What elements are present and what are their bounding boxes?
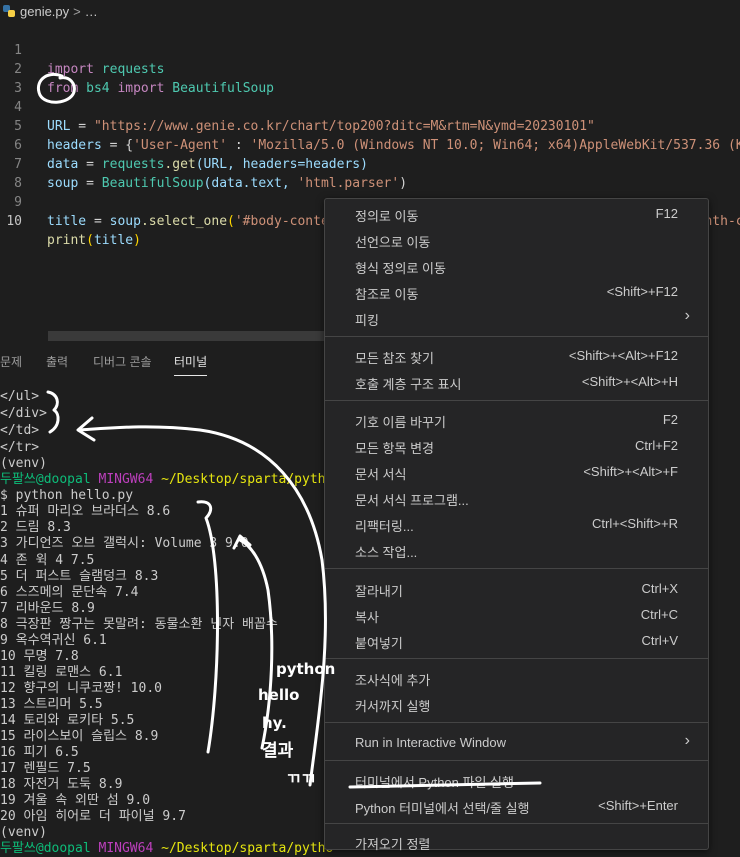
chevron-right-icon: › [684, 307, 690, 324]
terminal-result: 2 드림 8.3 [0, 520, 71, 535]
tab-terminal[interactable]: 터미널 [174, 353, 208, 376]
menu-item-format-document[interactable]: 문서 서식 <Shift>+<Alt>+F [325, 460, 708, 484]
menu-item-show-call-hierarchy[interactable]: 호출 계층 구조 표시 <Shift>+<Alt>+H [325, 370, 708, 394]
code-line: 9 title = soup.select_one('#body-content… [0, 174, 740, 229]
breadcrumb: genie.py > … [0, 0, 740, 22]
handwriting-text: ㄲㄲ [286, 769, 315, 788]
tab-problems[interactable]: 문제 [0, 353, 22, 370]
menu-item-find-all-references[interactable]: 모든 참조 찾기 <Shift>+<Alt>+F12 [325, 344, 708, 368]
terminal-line: </td> [0, 423, 40, 438]
terminal-line: </ul> [0, 389, 40, 404]
menu-item-sort-imports[interactable]: 가져오기 정렬 [325, 830, 708, 854]
menu-item-add-to-watch[interactable]: 조사식에 추가 [325, 666, 708, 690]
handwriting-text: hello [258, 686, 299, 704]
menu-item-cut[interactable]: 잘라내기 Ctrl+X [325, 577, 708, 601]
menu-item-paste[interactable]: 붙여넣기 Ctrl+V [325, 629, 708, 653]
tab-debug-console[interactable]: 디버그 콘솔 [93, 353, 152, 370]
code-line: 10 print(title) [0, 193, 141, 248]
terminal-result: 4 존 윅 4 7.5 [0, 553, 95, 568]
terminal-result: 1 슈퍼 마리오 브라더스 8.6 [0, 504, 171, 519]
terminal-line: </div> [0, 406, 47, 421]
terminal-result: 16 피기 6.5 [0, 745, 79, 760]
terminal-result: 18 자전거 도둑 8.9 [0, 777, 123, 792]
context-menu: 정의로 이동 F12 선언으로 이동 형식 정의로 이동 참조로 이동 <Shift… [324, 198, 709, 852]
terminal-command: $ python hello.py [0, 488, 134, 503]
terminal-result: 8 극장판 짱구는 못말려: 동물소환 닌자 배꼽수 [0, 617, 278, 632]
handwriting-text: hy. [262, 714, 287, 732]
menu-separator [325, 336, 708, 337]
breadcrumb-separator: > [73, 3, 81, 19]
menu-item-refactor[interactable]: 리팩터링... Ctrl+<Shift>+R [325, 512, 708, 536]
menu-item-source-action[interactable]: 소스 작업... [325, 538, 708, 562]
terminal-result: 12 향구의 니쿠코짱! 10.0 [0, 681, 162, 696]
handwriting-text: 결과 [262, 741, 294, 761]
terminal-line: (venv) [0, 456, 47, 471]
terminal-prompt: 두팔쓰@doopal MINGW64 ~/Desktop/sparta/pyth… [0, 472, 334, 487]
terminal-result: 13 스트리머 5.5 [0, 697, 103, 712]
terminal-result: 11 킬링 로맨스 6.1 [0, 665, 123, 680]
code-line: 5 headers = {'User-Agent' : 'Mozilla/5.0… [0, 98, 740, 153]
python-file-icon [3, 5, 15, 17]
code-line: 4 URL = "https://www.genie.co.kr/chart/t… [0, 79, 595, 134]
code-line: 2 from bs4 import BeautifulSoup [0, 41, 274, 96]
terminal-result: 19 겨울 속 외딴 섬 9.0 [0, 793, 151, 808]
chevron-right-icon: › [684, 732, 690, 749]
code-line: 3 [0, 60, 31, 96]
terminal-result: 15 라이스보이 슬립스 8.9 [0, 729, 159, 744]
menu-item-run-in-interactive-window[interactable]: Run in Interactive Window › [325, 731, 708, 755]
arrowhead-stroke [76, 416, 96, 442]
brace-mark-stroke [46, 390, 60, 434]
menu-item-go-to-references[interactable]: 참조로 이동 <Shift>+F12 [325, 280, 708, 304]
menu-separator [325, 568, 708, 569]
terminal-result: 5 더 퍼스트 슬램덩크 8.3 [0, 569, 159, 584]
menu-item-copy[interactable]: 복사 Ctrl+C [325, 603, 708, 627]
terminal-result: 17 렌필드 7.5 [0, 761, 91, 776]
code-line: 7 soup = BeautifulSoup(data.text, 'html.… [0, 136, 407, 191]
menu-separator [325, 722, 708, 723]
code-line: 6 data = requests.get(URL, headers=heade… [0, 117, 368, 172]
menu-item-run-to-cursor[interactable]: 커서까지 실행 [325, 692, 708, 716]
tab-output[interactable]: 출력 [46, 353, 68, 370]
menu-separator [325, 400, 708, 401]
menu-item-rename-symbol[interactable]: 기호 이름 바꾸기 F2 [325, 408, 708, 432]
terminal-result: 9 옥수역귀신 6.1 [0, 633, 107, 648]
menu-item-go-to-declaration[interactable]: 선언으로 이동 [325, 228, 708, 252]
menu-separator [325, 760, 708, 761]
menu-item-go-to-type-definition[interactable]: 형식 정의로 이동 [325, 254, 708, 278]
terminal-result: 7 리바운드 8.9 [0, 601, 95, 616]
terminal-result: 6 스즈메의 문단속 7.4 [0, 585, 139, 600]
code-line: 8 [0, 155, 31, 191]
line-number: 10 [6, 214, 22, 229]
terminal-result: 10 무명 7.8 [0, 649, 79, 664]
menu-separator [325, 658, 708, 659]
menu-item-change-all-occurrences[interactable]: 모든 항목 변경 Ctrl+F2 [325, 434, 708, 458]
breadcrumb-more[interactable]: … [85, 4, 98, 19]
menu-item-format-document-with[interactable]: 문서 서식 프로그램... [325, 486, 708, 510]
terminal-result: 20 아임 히어로 더 파이널 9.7 [0, 809, 186, 824]
menu-item-peek[interactable]: 피킹 › [325, 306, 708, 330]
terminal-result: 3 가디언즈 오브 갤럭시: Volume 3 9.0 [0, 536, 249, 551]
menu-item-run-selection-in-python-terminal[interactable]: Python 터미널에서 선택/줄 실행 <Shift>+Enter [325, 794, 708, 818]
menu-item-go-to-definition[interactable]: 정의로 이동 F12 [325, 202, 708, 226]
terminal-result: 14 토리와 로키타 5.5 [0, 713, 135, 728]
terminal-line: (venv) [0, 825, 47, 840]
code-line: 1 import requests [0, 22, 164, 77]
terminal-prompt: 두팔쓰@doopal MINGW64 ~/Desktop/sparta/pyth… [0, 841, 334, 856]
terminal-line: </tr> [0, 440, 40, 455]
up-arrow-stroke [238, 538, 274, 750]
menu-separator [325, 823, 708, 824]
menu-item-run-python-file-in-terminal[interactable]: 터미널에서 Python 파일 실행 [325, 768, 708, 792]
breadcrumb-file[interactable]: genie.py [20, 4, 69, 19]
